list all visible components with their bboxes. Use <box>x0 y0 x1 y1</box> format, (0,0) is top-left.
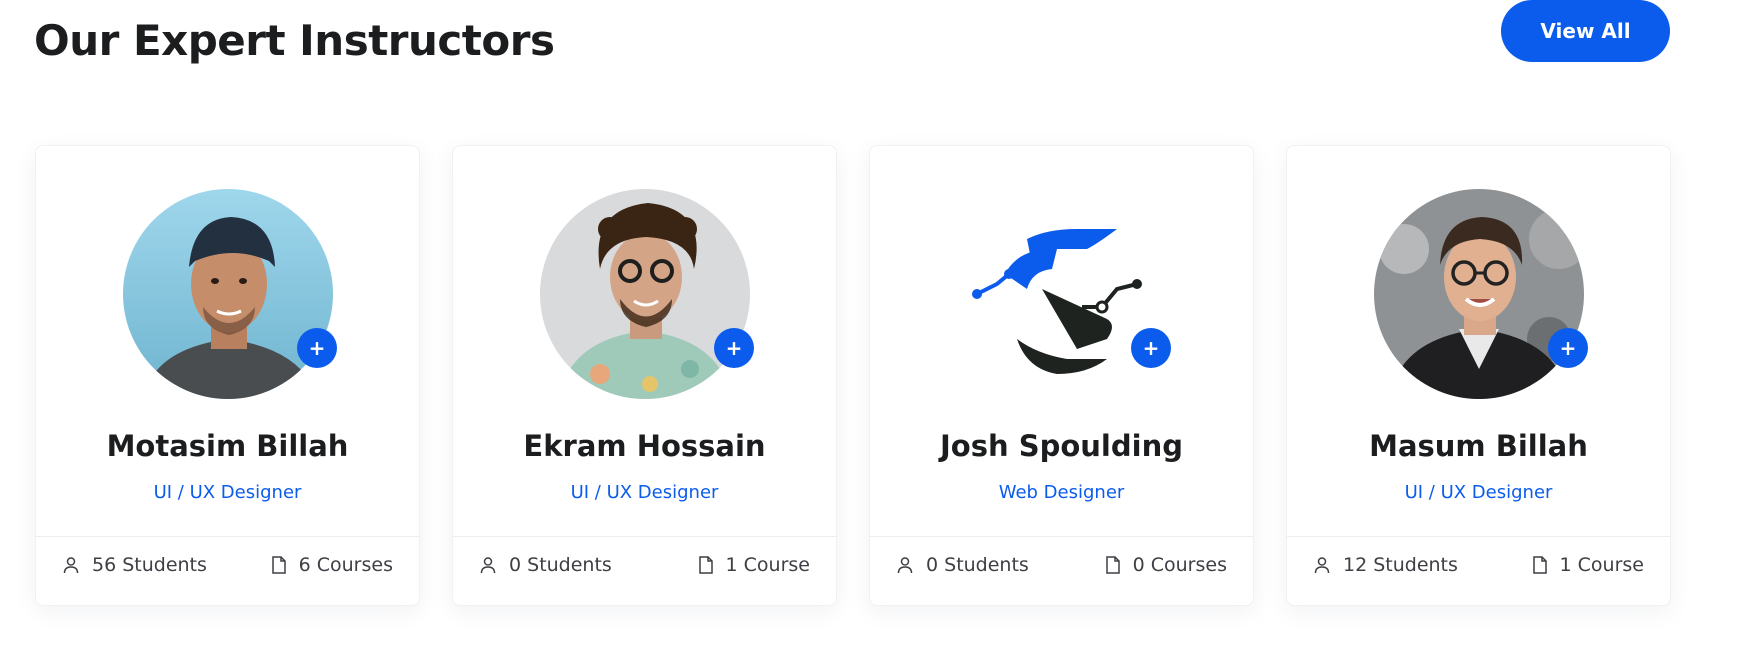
instructor-card[interactable]: + Masum Billah UI / UX Designer 12 Stude… <box>1286 145 1671 606</box>
file-icon <box>698 556 713 574</box>
students-label: 56 Students <box>92 554 207 576</box>
courses-count: 6 Courses <box>271 554 393 576</box>
user-icon <box>1314 557 1330 574</box>
user-icon <box>63 557 79 574</box>
courses-label: 1 Course <box>725 554 810 576</box>
instructor-role: UI / UX Designer <box>570 482 719 503</box>
instructor-cards: + Motasim Billah UI / UX Designer 56 Stu… <box>35 145 1671 606</box>
instructor-name[interactable]: Motasim Billah <box>36 429 419 463</box>
logo-avatar[interactable] <box>957 189 1167 399</box>
instructor-role: Web Designer <box>998 482 1125 503</box>
avatar-wrap: + <box>123 189 337 399</box>
students-count: 0 Students <box>479 554 612 576</box>
add-instructor-plus-icon[interactable]: + <box>1131 328 1171 368</box>
courses-label: 0 Courses <box>1132 554 1227 576</box>
students-count: 0 Students <box>896 554 1029 576</box>
user-icon <box>897 557 913 574</box>
courses-count: 1 Course <box>1532 554 1644 576</box>
instructor-card[interactable]: + Josh Spoulding Web Designer 0 Students… <box>869 145 1254 606</box>
instructor-name[interactable]: Josh Spoulding <box>870 429 1253 463</box>
avatar[interactable] <box>123 189 333 399</box>
avatar[interactable] <box>540 189 750 399</box>
avatar-wrap: + <box>540 189 754 399</box>
courses-label: 1 Course <box>1559 554 1644 576</box>
avatar-wrap: + <box>957 189 1171 399</box>
card-divider <box>1287 536 1670 537</box>
students-label: 0 Students <box>509 554 612 576</box>
instructor-name[interactable]: Masum Billah <box>1287 429 1670 463</box>
students-label: 12 Students <box>1343 554 1458 576</box>
avatar-wrap: + <box>1374 189 1588 399</box>
card-divider <box>36 536 419 537</box>
courses-label: 6 Courses <box>298 554 393 576</box>
instructor-card[interactable]: + Ekram Hossain UI / UX Designer 0 Stude… <box>452 145 837 606</box>
section-title: Our Expert Instructors <box>34 16 555 65</box>
students-count: 56 Students <box>62 554 207 576</box>
students-label: 0 Students <box>926 554 1029 576</box>
file-icon <box>271 556 286 574</box>
instructor-role: UI / UX Designer <box>153 482 302 503</box>
file-icon <box>1105 556 1120 574</box>
add-instructor-plus-icon[interactable]: + <box>714 328 754 368</box>
courses-count: 1 Course <box>698 554 810 576</box>
card-divider <box>870 536 1253 537</box>
card-divider <box>453 536 836 537</box>
avatar[interactable] <box>1374 189 1584 399</box>
instructors-section: Our Expert Instructors View All + Motasi… <box>0 0 1758 670</box>
students-count: 12 Students <box>1313 554 1458 576</box>
instructor-card[interactable]: + Motasim Billah UI / UX Designer 56 Stu… <box>35 145 420 606</box>
user-icon <box>480 557 496 574</box>
instructor-role: UI / UX Designer <box>1404 482 1553 503</box>
add-instructor-plus-icon[interactable]: + <box>1548 328 1588 368</box>
courses-count: 0 Courses <box>1105 554 1227 576</box>
view-all-button[interactable]: View All <box>1501 0 1670 62</box>
file-icon <box>1532 556 1547 574</box>
add-instructor-plus-icon[interactable]: + <box>297 328 337 368</box>
instructor-name[interactable]: Ekram Hossain <box>453 429 836 463</box>
